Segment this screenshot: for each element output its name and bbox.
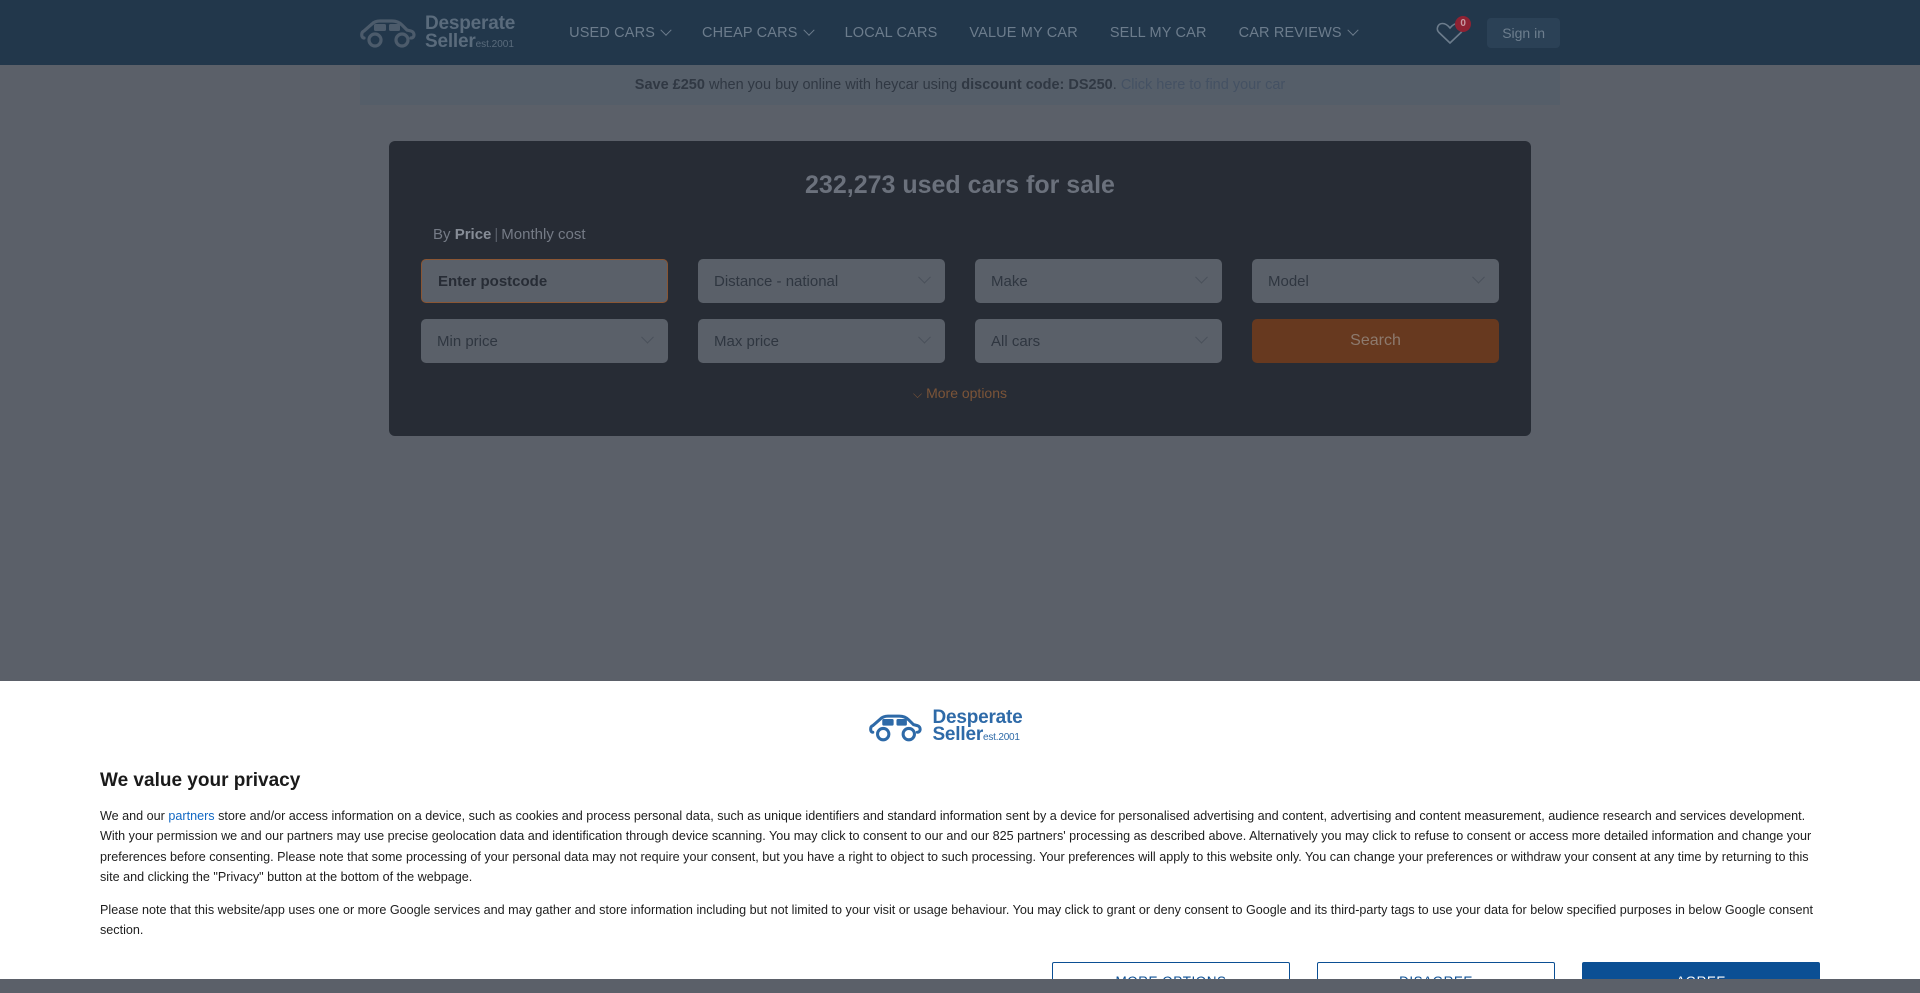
toggle-option-price[interactable]: Price: [455, 226, 492, 243]
site-header: Desperate Sellerest.2001 USED CARS CHEAP…: [0, 0, 1920, 65]
logo-line-2: Seller: [425, 30, 476, 52]
vehicle-type-value: All cars: [991, 332, 1041, 350]
consent-logo-wordmark: Desperate Sellerest.2001: [932, 708, 1022, 746]
chevron-down-icon: [660, 24, 672, 36]
consent-p1-body: store and/or access information on a dev…: [100, 808, 1812, 885]
postcode-placeholder: Enter postcode: [438, 272, 548, 290]
max-price-value: Max price: [714, 332, 780, 350]
promo-banner-band: Save £250 when you buy online with heyca…: [0, 65, 1920, 105]
cookie-consent-dialog: Desperate Sellerest.2001 We value your p…: [0, 681, 1920, 993]
consent-paragraph-1: We and our partners store and/or access …: [100, 806, 1820, 888]
min-price-value: Min price: [437, 332, 498, 350]
consent-logo-est: est.2001: [983, 732, 1020, 744]
more-options-toggle[interactable]: ⌵ More options: [421, 385, 1499, 402]
car-icon: [869, 711, 923, 744]
chevron-down-icon: [1195, 270, 1208, 284]
promo-discount-code: discount code: DS250: [961, 77, 1113, 93]
search-panel: 232,273 used cars for sale By Price | Mont…: [389, 141, 1531, 436]
toggle-separator: |: [494, 226, 499, 243]
consent-logo: Desperate Sellerest.2001: [72, 708, 1820, 746]
nav-item-car-reviews[interactable]: CAR REVIEWS: [1223, 24, 1373, 41]
nav-label: USED CARS: [569, 24, 656, 41]
double-chevron-down-icon: ⌵: [912, 387, 923, 401]
chevron-down-icon: [918, 330, 931, 344]
chevron-down-icon: [918, 270, 931, 284]
nav-item-cheap-cars[interactable]: CHEAP CARS: [686, 24, 829, 41]
header-actions: 0 Sign in: [1435, 15, 1560, 48]
consent-paragraph-2: Please note that this website/app uses o…: [100, 902, 1814, 937]
nav-item-used-cars[interactable]: USED CARS: [553, 24, 686, 41]
nav-item-value-my-car[interactable]: VALUE MY CAR: [953, 25, 1093, 41]
consent-logo-line-2: Seller: [932, 724, 984, 746]
distance-value: Distance - national: [714, 272, 839, 290]
favourites-button[interactable]: 0: [1435, 15, 1472, 46]
sign-in-button[interactable]: Sign in: [1487, 17, 1560, 48]
toggle-prefix: By: [433, 226, 455, 243]
search-form: Enter postcode Distance - national Make …: [421, 259, 1499, 363]
postcode-input[interactable]: Enter postcode: [421, 259, 668, 303]
promo-middle-text: when you buy online with heycar using: [704, 77, 962, 93]
nav-item-local-cars[interactable]: LOCAL CARS: [829, 25, 954, 41]
max-price-select[interactable]: Max price: [698, 319, 945, 363]
nav-label: CHEAP CARS: [702, 24, 798, 41]
chevron-down-icon: [1195, 330, 1208, 344]
promo-save-amount: Save £250: [634, 77, 705, 93]
price-mode-toggle: By Price | Monthly cost: [421, 226, 1499, 243]
min-price-select[interactable]: Min price: [421, 319, 668, 363]
promo-banner[interactable]: Save £250 when you buy online with heyca…: [360, 65, 1560, 105]
nav-label: CAR REVIEWS: [1238, 24, 1342, 41]
search-panel-wrapper: 232,273 used cars for sale By Price | Mont…: [0, 141, 1920, 436]
model-select[interactable]: Model: [1252, 259, 1499, 303]
page-title: 232,273 used cars for sale: [805, 171, 1115, 199]
toggle-option-monthly-cost[interactable]: Monthly cost: [501, 226, 585, 243]
logo-wordmark: Desperate Sellerest.2001: [425, 14, 515, 52]
model-value: Model: [1268, 272, 1309, 290]
make-value: Make: [991, 272, 1028, 290]
main-nav: USED CARS CHEAP CARS LOCAL CARS VALUE MY…: [553, 24, 1373, 41]
site-logo[interactable]: Desperate Sellerest.2001: [360, 14, 515, 52]
consent-heading: We value your privacy: [100, 769, 301, 791]
chevron-down-icon: [1472, 270, 1485, 284]
promo-cta-link[interactable]: Click here to find your car: [1121, 77, 1285, 93]
make-select[interactable]: Make: [975, 259, 1222, 303]
car-icon: [360, 16, 417, 50]
nav-label: VALUE MY CAR: [969, 24, 1078, 41]
consent-p1-lead: We and our: [100, 808, 169, 823]
nav-label: LOCAL CARS: [844, 24, 938, 41]
chevron-down-icon: [1347, 24, 1359, 36]
logo-est: est.2001: [475, 38, 514, 50]
nav-label: SELL MY CAR: [1109, 24, 1207, 41]
vehicle-type-select[interactable]: All cars: [975, 319, 1222, 363]
nav-item-sell-my-car[interactable]: SELL MY CAR: [1094, 25, 1223, 41]
bottom-strip: [0, 979, 1920, 993]
favourites-count-badge: 0: [1455, 15, 1472, 32]
distance-select[interactable]: Distance - national: [698, 259, 945, 303]
partners-link[interactable]: partners: [168, 809, 214, 823]
promo-period: .: [1112, 77, 1121, 93]
chevron-down-icon: [802, 24, 815, 36]
search-button[interactable]: Search: [1252, 319, 1499, 363]
chevron-down-icon: [641, 330, 654, 344]
more-options-label: More options: [926, 385, 1008, 401]
